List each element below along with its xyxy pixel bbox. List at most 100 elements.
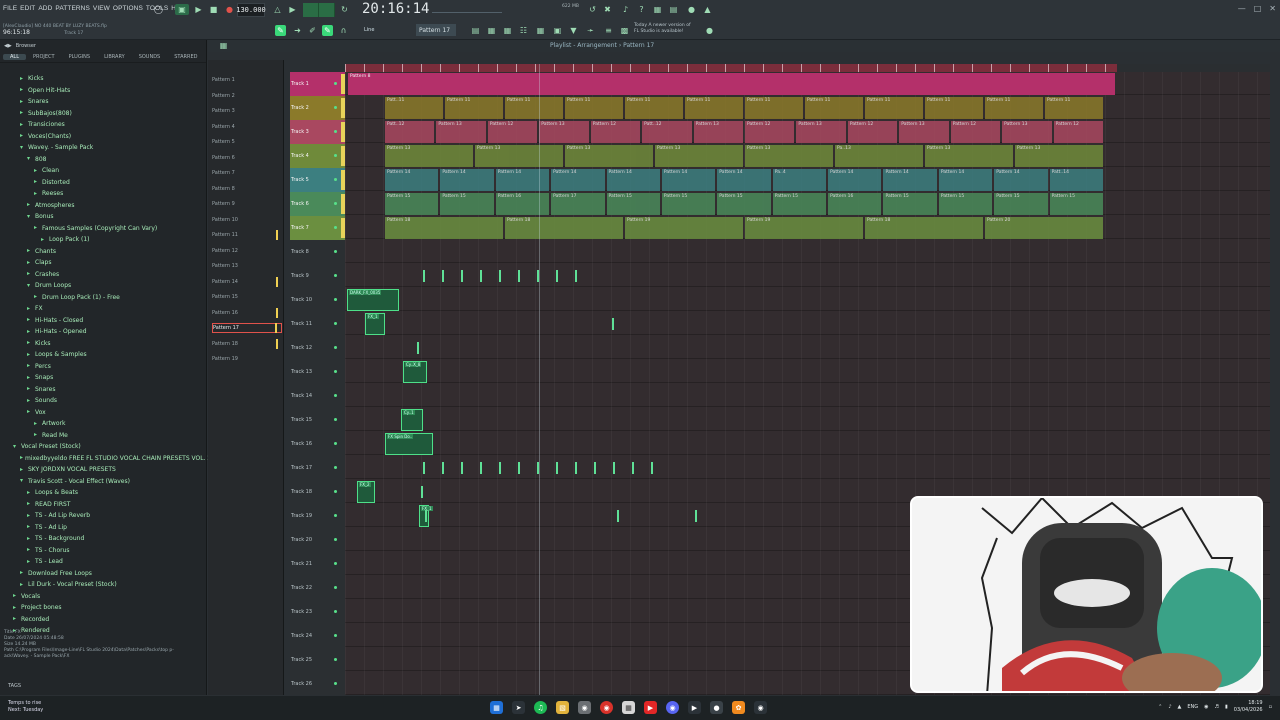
browser-tree-item[interactable]: ▸ Crashes	[0, 269, 207, 281]
track-mute-led[interactable]	[334, 178, 337, 181]
browser-tree-item[interactable]: ▸ Vox	[0, 407, 207, 419]
track-header[interactable]: Track 22	[290, 576, 345, 600]
news-icon[interactable]: ▩	[619, 25, 630, 36]
sample-hit[interactable]	[594, 462, 596, 474]
pattern-clip[interactable]: Patt..12	[642, 121, 692, 143]
menu-patterns[interactable]: PATTERNS	[55, 5, 90, 12]
browser-tree-item[interactable]: ▾ Drum Loops	[0, 280, 207, 292]
undo-icon[interactable]: ↺	[587, 4, 598, 15]
pattern-clip[interactable]: Pattern 16	[828, 193, 882, 215]
pattern-clip[interactable]: Pattern 15	[606, 193, 660, 215]
track-mute-led[interactable]	[334, 370, 337, 373]
browser-tree-item[interactable]: ▸ Read Me	[0, 430, 207, 442]
browser-tree-item[interactable]: ▸ Sounds	[0, 395, 207, 407]
pattern-list-item[interactable]: Pattern 1	[212, 75, 282, 85]
tab-project[interactable]: PROJECT	[26, 54, 62, 60]
track-header[interactable]: Track 6	[290, 192, 345, 216]
pattern-clip[interactable]: Pattern 13	[385, 145, 473, 167]
obs-icon[interactable]: ◉	[578, 701, 591, 714]
pattern-song-toggle-icon[interactable]: ▣	[175, 4, 189, 15]
sample-hit[interactable]	[518, 270, 520, 282]
pattern-list-item[interactable]: Pattern 2	[212, 91, 282, 101]
pattern-clip[interactable]: Pattern 11	[1045, 97, 1103, 119]
pattern-clip[interactable]: Pattern 11	[565, 97, 623, 119]
pattern-list-item[interactable]: Pattern 18	[212, 338, 282, 349]
pattern-clip[interactable]: Pattern 11	[865, 97, 923, 119]
browser-tree-item[interactable]: ▾ 808	[0, 154, 207, 166]
browser-tree-item[interactable]: ▸ Vocals	[0, 591, 207, 603]
tab-library[interactable]: LIBRARY	[97, 54, 132, 60]
draw-tool-icon[interactable]: ✎	[275, 25, 286, 36]
audio-clip[interactable]: FX Spin Do..	[385, 433, 433, 455]
pattern-list-item[interactable]: Pattern 5	[212, 137, 282, 147]
sample-hit[interactable]	[613, 462, 615, 474]
browser-tree-item[interactable]: ▾ Travis Scott - Vocal Effect (Waves)	[0, 476, 207, 488]
tab-plugins[interactable]: PLUGINS	[62, 54, 97, 60]
start-icon[interactable]: ▦	[490, 701, 503, 714]
pattern-clip[interactable]: Pattern 19	[745, 217, 863, 239]
audio-clip[interactable]: FX_2	[357, 481, 375, 503]
pattern-clip[interactable]: Pattern 11	[685, 97, 743, 119]
browser-tree-item[interactable]: ▸ Chants	[0, 246, 207, 258]
track-mute-led[interactable]	[334, 514, 337, 517]
browser-tree-item[interactable]: ▸ Claps	[0, 257, 207, 269]
browser-tree-item[interactable]: ▸ Loops & Beats	[0, 487, 207, 499]
track-mute-led[interactable]	[334, 586, 337, 589]
sample-hit[interactable]	[461, 462, 463, 474]
arrow-right-icon[interactable]: ➜	[292, 25, 303, 36]
browser-tree-item[interactable]: ▾ Bonus	[0, 211, 207, 223]
pattern-clip[interactable]: Pattern 18	[865, 217, 983, 239]
maximize-icon[interactable]: □	[1254, 4, 1262, 13]
tray-battery-icon[interactable]: ▮	[1225, 704, 1228, 710]
sample-hit[interactable]	[651, 462, 653, 474]
update-notification[interactable]: Today A newer version of FL Studio is av…	[634, 23, 691, 35]
browser-tree-item[interactable]: ▸ TS - Ad Lip	[0, 522, 207, 534]
browser-tree-item[interactable]: ▸ Snares	[0, 96, 207, 108]
tags-label[interactable]: TAGS	[8, 683, 21, 689]
track-header[interactable]: Track 23	[290, 600, 345, 624]
browser-nav-icon[interactable]: ◀▶	[4, 43, 12, 49]
pattern-clip[interactable]: Pattern 13	[1002, 121, 1052, 143]
browser-tree-item[interactable]: ▸ Kicks	[0, 73, 207, 85]
track-header[interactable]: Track 21	[290, 552, 345, 576]
pattern-list-item[interactable]: Pattern 16	[212, 307, 282, 318]
browser-tree-item[interactable]: ▸ Loop Pack (1)	[0, 234, 207, 246]
menu-options[interactable]: OPTIONS	[113, 5, 143, 12]
minimize-icon[interactable]: —	[1238, 4, 1246, 13]
pattern-clip[interactable]: Pattern 11	[505, 97, 563, 119]
sample-hit[interactable]	[461, 270, 463, 282]
pattern-clip[interactable]: Pattern 12	[745, 121, 795, 143]
pattern-clip[interactable]: Pattern 18	[385, 217, 503, 239]
sample-hit[interactable]	[417, 342, 419, 354]
pattern-clip[interactable]: Pattern 15	[661, 193, 716, 215]
cpu-meter-icon[interactable]: ◯	[153, 4, 164, 15]
network-app-icon[interactable]: ◉	[754, 701, 767, 714]
tab-all[interactable]: ALL	[3, 53, 26, 60]
browser-tree-item[interactable]: ▸ Clean	[0, 165, 207, 177]
browser-tree-item[interactable]: ▸ Famous Samples (Copyright Can Vary)	[0, 223, 207, 235]
pattern-clip[interactable]: Pattern 14	[661, 169, 716, 191]
browser-icon[interactable]: ▦	[502, 25, 513, 36]
fl-studio-alt-icon[interactable]: ✿	[732, 701, 745, 714]
sample-hit[interactable]	[442, 270, 444, 282]
sample-hit[interactable]	[423, 270, 425, 282]
pattern-clip[interactable]: Pattern 13	[899, 121, 949, 143]
browser-tree-item[interactable]: ▸ Download Free Loops	[0, 568, 207, 580]
browser-tree-item[interactable]: ▸ Kicks	[0, 338, 207, 350]
mic-icon[interactable]: ♪	[620, 4, 631, 15]
pattern-list-item[interactable]: Pattern 19	[212, 354, 282, 364]
master-pitch-slider[interactable]	[432, 5, 502, 13]
tab-sounds[interactable]: SOUNDS	[132, 54, 168, 60]
mixer-icon[interactable]: ▤	[668, 4, 679, 15]
chat-icon[interactable]: ●	[686, 4, 697, 15]
sample-hit[interactable]	[556, 462, 558, 474]
track-mute-led[interactable]	[334, 634, 337, 637]
pattern-list-item[interactable]: Pattern 7	[212, 168, 282, 178]
browser-tree-item[interactable]: ▸ SubBajos(808)	[0, 108, 207, 120]
sample-hit[interactable]	[480, 270, 482, 282]
tab-starred[interactable]: STARRED	[167, 54, 204, 60]
sample-hit[interactable]	[612, 318, 614, 330]
pattern-list-item[interactable]: Pattern 8	[212, 184, 282, 194]
pattern-clip[interactable]: Pattern 20	[985, 217, 1103, 239]
track-header[interactable]: Track 11	[290, 312, 345, 336]
